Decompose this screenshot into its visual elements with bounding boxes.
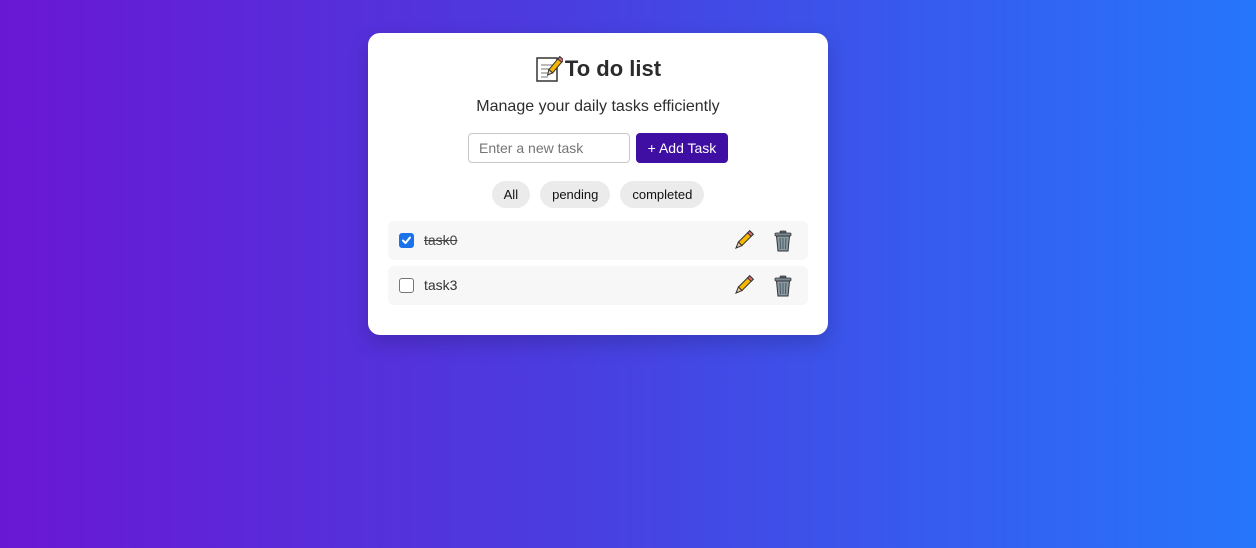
pencil-icon[interactable] xyxy=(732,230,754,252)
filter-bar: All pending completed xyxy=(368,181,828,208)
trash-icon[interactable] xyxy=(772,275,794,297)
task-checkbox-checked[interactable] xyxy=(399,233,414,248)
task-item: task0 xyxy=(388,221,808,260)
task-text: task3 xyxy=(424,277,458,293)
header: To do list xyxy=(368,55,828,83)
add-task-button[interactable]: + Add Task xyxy=(636,133,728,163)
page-title: To do list xyxy=(564,56,662,81)
filter-pending-button[interactable]: pending xyxy=(540,181,611,208)
trash-icon[interactable] xyxy=(772,230,794,252)
task-list: task0 task3 xyxy=(388,221,808,311)
task-item: task3 xyxy=(388,266,808,305)
todo-card: To do list Manage your daily tasks effic… xyxy=(368,33,828,335)
add-task-form: + Add Task xyxy=(468,133,728,163)
pencil-icon[interactable] xyxy=(732,275,754,297)
filter-completed-button[interactable]: completed xyxy=(620,181,705,208)
page-subtitle: Manage your daily tasks efficiently xyxy=(476,98,720,115)
new-task-input[interactable] xyxy=(468,133,630,163)
filter-all-button[interactable]: All xyxy=(491,181,531,208)
task-text: task0 xyxy=(424,232,458,248)
memo-icon xyxy=(535,55,565,82)
task-checkbox-unchecked[interactable] xyxy=(399,278,414,293)
